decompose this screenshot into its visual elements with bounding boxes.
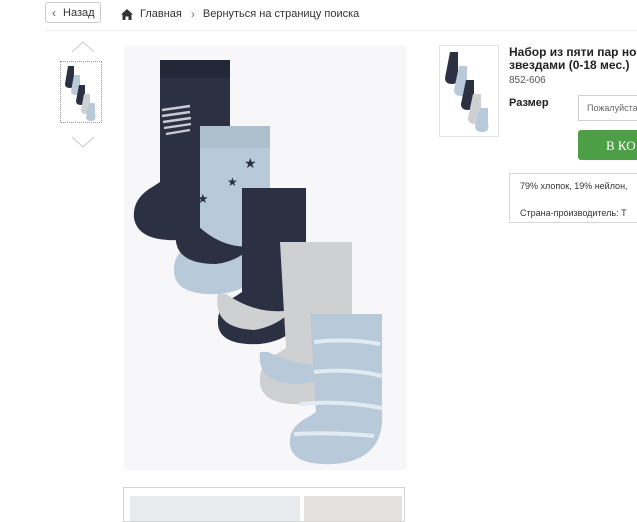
chevron-left-icon: ‹ bbox=[52, 5, 56, 20]
svg-text:★: ★ bbox=[244, 156, 257, 172]
top-bar: ‹ Назад Главная › Вернуться на страницу … bbox=[0, 0, 637, 30]
svg-text:★: ★ bbox=[197, 192, 209, 207]
add-to-cart-button[interactable]: В КО bbox=[578, 130, 637, 160]
chevron-down-icon[interactable] bbox=[71, 136, 95, 148]
chevron-right-icon: › bbox=[190, 7, 195, 21]
product-code: 852-606 bbox=[509, 75, 546, 86]
size-label: Размер bbox=[509, 97, 549, 109]
breadcrumb-home[interactable]: Главная bbox=[140, 8, 182, 20]
back-button-label: Назад bbox=[63, 6, 95, 19]
product-info-box: 79% хлопок, 19% нейлон, Страна-производи… bbox=[509, 173, 637, 223]
size-select[interactable]: Пожалуйста, bbox=[578, 95, 637, 121]
home-icon[interactable] bbox=[121, 8, 133, 20]
country-text: Страна-производитель: Т bbox=[520, 208, 627, 218]
chevron-up-icon[interactable] bbox=[71, 41, 95, 53]
related-image-2[interactable] bbox=[304, 496, 402, 521]
main-product-image[interactable]: ★ ★ ★ bbox=[124, 46, 406, 470]
breadcrumb: Главная › Вернуться на страницу поиска bbox=[121, 7, 359, 21]
related-images-strip[interactable] bbox=[123, 487, 405, 522]
svg-text:★: ★ bbox=[227, 175, 238, 189]
product-title: Набор из пяти пар но звездами (0-18 мес.… bbox=[509, 46, 637, 72]
related-image-1[interactable] bbox=[130, 496, 300, 521]
breadcrumb-back-to-search[interactable]: Вернуться на страницу поиска bbox=[203, 8, 359, 20]
thumbnail-selected[interactable] bbox=[60, 61, 102, 123]
back-button[interactable]: ‹ Назад bbox=[45, 2, 101, 23]
composition-text: 79% хлопок, 19% нейлон, bbox=[520, 181, 628, 191]
header-divider bbox=[45, 30, 637, 31]
product-summary-thumbnail bbox=[439, 45, 499, 137]
